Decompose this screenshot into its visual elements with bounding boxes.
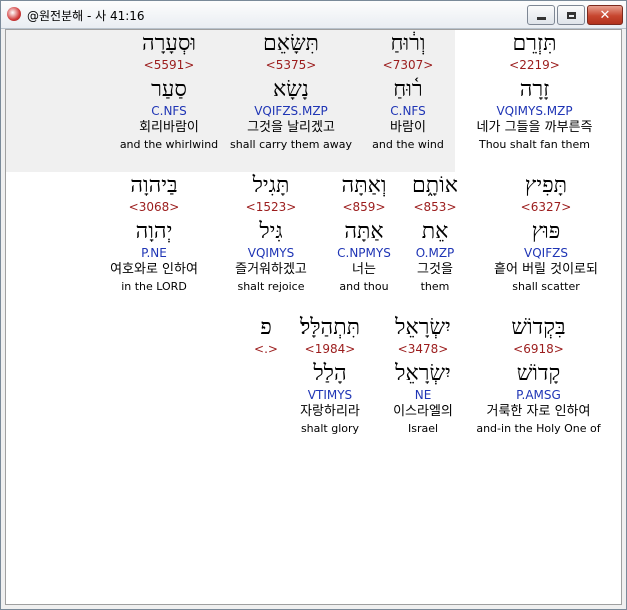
morphology: C.NFS (151, 104, 187, 118)
english-gloss: shall scatter (512, 280, 580, 293)
strong-number[interactable]: <.> (246, 341, 286, 357)
korean-gloss: 그것을 (417, 262, 453, 277)
hebrew-word: יִשְׂרָאֵל (395, 315, 451, 340)
strong-number[interactable]: <853> (401, 199, 469, 215)
strong-number[interactable]: <6327> (486, 199, 606, 215)
window-title: @원전분해 - 사 41:16 (27, 9, 145, 23)
strong-number[interactable]: <5375> (226, 57, 356, 73)
hebrew-word: פ (260, 315, 272, 340)
word-cell[interactable]: וְאַתָּה <859> אַתָּה C.NPMYS 너는 and tho… (324, 172, 404, 294)
morphology: NE (414, 388, 432, 402)
word-cell[interactable]: וּסְעָרָה <5591> סַעַר C.NFS 회리바람이 and t… (114, 30, 224, 152)
strong-number[interactable]: <2219> (462, 57, 607, 73)
lemma: סַעַר (151, 77, 187, 102)
hebrew-word: תָּגִיל (252, 173, 290, 198)
hebrew-word: תִּשָּׂאֵם (263, 31, 319, 56)
word-cell[interactable]: תָּגִיל <1523> גִּיל VQIMYS 즐거워하겠고 shalt… (221, 172, 321, 294)
hebrew-word: תָּפִיץ (524, 173, 568, 198)
analysis-panel: תִּזְרֵם <2219> זָרָה VQIMYS.MZP 네가 그들을 … (5, 29, 622, 605)
korean-gloss: 즐거워하겠고 (235, 262, 307, 277)
morphology: C.NPMYS (337, 246, 391, 260)
english-gloss: shall carry them away (230, 138, 352, 151)
hebrew-word: וְאַתָּה (341, 173, 387, 198)
strong-number[interactable]: <5591> (114, 57, 224, 73)
korean-gloss: 자랑하리라 (300, 404, 360, 419)
maximize-button[interactable] (557, 5, 585, 25)
word-cell[interactable]: בִּקְדוֹשׁ <6918> קָדוֹשׁ P.AMSG 거룩한 자로 … (471, 314, 606, 436)
strong-number[interactable]: <3068> (94, 199, 214, 215)
english-gloss: and the wind (372, 138, 444, 151)
korean-gloss: 바람이 (390, 120, 426, 135)
english-gloss: and thou (339, 280, 389, 293)
english-gloss: them (420, 280, 450, 293)
strong-number[interactable]: <3478> (378, 341, 468, 357)
minimize-button[interactable] (527, 5, 555, 25)
english-gloss: and-in the Holy One of (476, 422, 601, 435)
strong-number[interactable]: <859> (324, 199, 404, 215)
word-cell[interactable]: תִּתְהַלָּל׃ <1984> הָלַל VTIMYS 자랑하리라 s… (284, 314, 376, 436)
hebrew-word: בִּקְדוֹשׁ (511, 315, 566, 340)
hebrew-word: וּסְעָרָה (141, 31, 197, 56)
morphology: VQIMYS.MZP (496, 104, 573, 118)
strong-number[interactable]: <1984> (284, 341, 376, 357)
korean-gloss: 이스라엘의 (393, 404, 453, 419)
lemma: קָדוֹשׁ (516, 361, 561, 386)
lemma: אַתָּה (344, 219, 384, 244)
english-gloss: in the LORD (121, 280, 187, 293)
app-icon (7, 7, 21, 21)
word-cell[interactable]: תָּפִיץ <6327> פּוּץ VQIFZS 흩어 버릴 것이로되 s… (486, 172, 606, 294)
korean-gloss: 회리바람이 (139, 120, 199, 135)
korean-gloss: 흩어 버릴 것이로되 (494, 262, 598, 277)
word-cell[interactable]: בַּיהוָה <3068> יְהוָה P.NE 여호와로 인하여 in … (94, 172, 214, 294)
hebrew-word: תִּזְרֵם (512, 31, 557, 56)
morphology: P.NE (141, 246, 167, 260)
word-cell[interactable]: יִשְׂרָאֵל <3478> יִשְׂרָאֵל NE 이스라엘의 Is… (378, 314, 468, 436)
strong-number[interactable]: <7307> (358, 57, 458, 73)
lemma: גִּיל (259, 219, 283, 244)
word-cell[interactable]: פ <.> (246, 314, 286, 357)
morphology: VQIFZS.MZP (254, 104, 328, 118)
title-bar[interactable]: @원전분해 - 사 41:16 ✕ (1, 1, 626, 29)
lemma: זָרָה (519, 77, 550, 102)
lemma: יִשְׂרָאֵל (395, 361, 451, 386)
strong-number[interactable]: <6918> (471, 341, 606, 357)
hebrew-word: בַּיהוָה (130, 173, 178, 198)
morphology: VQIFZS (524, 246, 568, 260)
hebrew-word: וְר֔וּחַ (390, 31, 426, 56)
korean-gloss: 그것을 날리겠고 (247, 120, 335, 135)
english-gloss: shalt rejoice (237, 280, 305, 293)
lemma: הָלַל (313, 361, 347, 386)
korean-gloss: 너는 (352, 262, 376, 277)
close-button[interactable]: ✕ (587, 5, 623, 25)
lemma: אֵת (421, 219, 449, 244)
word-cell[interactable]: תִּזְרֵם <2219> זָרָה VQIMYS.MZP 네가 그들을 … (462, 30, 607, 152)
minimize-icon (536, 16, 546, 20)
korean-gloss: 거룩한 자로 인하여 (486, 404, 591, 419)
word-cell[interactable]: תִּשָּׂאֵם <5375> נָשָׂא VQIFZS.MZP 그것을 … (226, 30, 356, 152)
morphology: VQIMYS (247, 246, 295, 260)
english-gloss: and the whirlwind (119, 138, 219, 151)
lemma: ר֫וּחַ (393, 77, 423, 102)
morphology: VTIMYS (307, 388, 353, 402)
maximize-icon (566, 11, 576, 19)
morphology: C.NFS (390, 104, 426, 118)
word-cell[interactable]: וְר֔וּחַ <7307> ר֫וּחַ C.NFS 바람이 and the… (358, 30, 458, 152)
strong-number[interactable]: <1523> (221, 199, 321, 215)
lemma: פּוּץ (531, 219, 561, 244)
english-gloss: Thou shalt fan them (478, 138, 591, 151)
lemma: נָשָׂא (273, 77, 309, 102)
morphology: O.MZP (415, 246, 455, 260)
close-icon: ✕ (599, 7, 611, 23)
morphology: P.AMSG (516, 388, 561, 402)
english-gloss: shalt glory (300, 422, 360, 435)
hebrew-word: אוֹתָ֑ם (412, 173, 458, 198)
lemma: יְהוָה (135, 219, 173, 244)
korean-gloss: 여호와로 인하여 (110, 262, 198, 277)
app-window: @원전분해 - 사 41:16 ✕ תִּזְרֵם <2219> זָרָה … (0, 0, 627, 610)
word-cell[interactable]: אוֹתָ֑ם <853> אֵת O.MZP 그것을 them (401, 172, 469, 294)
hebrew-word: תִּתְהַלָּל׃ (299, 315, 361, 340)
korean-gloss: 네가 그들을 까부른즉 (476, 120, 593, 135)
english-gloss: Israel (407, 422, 439, 435)
